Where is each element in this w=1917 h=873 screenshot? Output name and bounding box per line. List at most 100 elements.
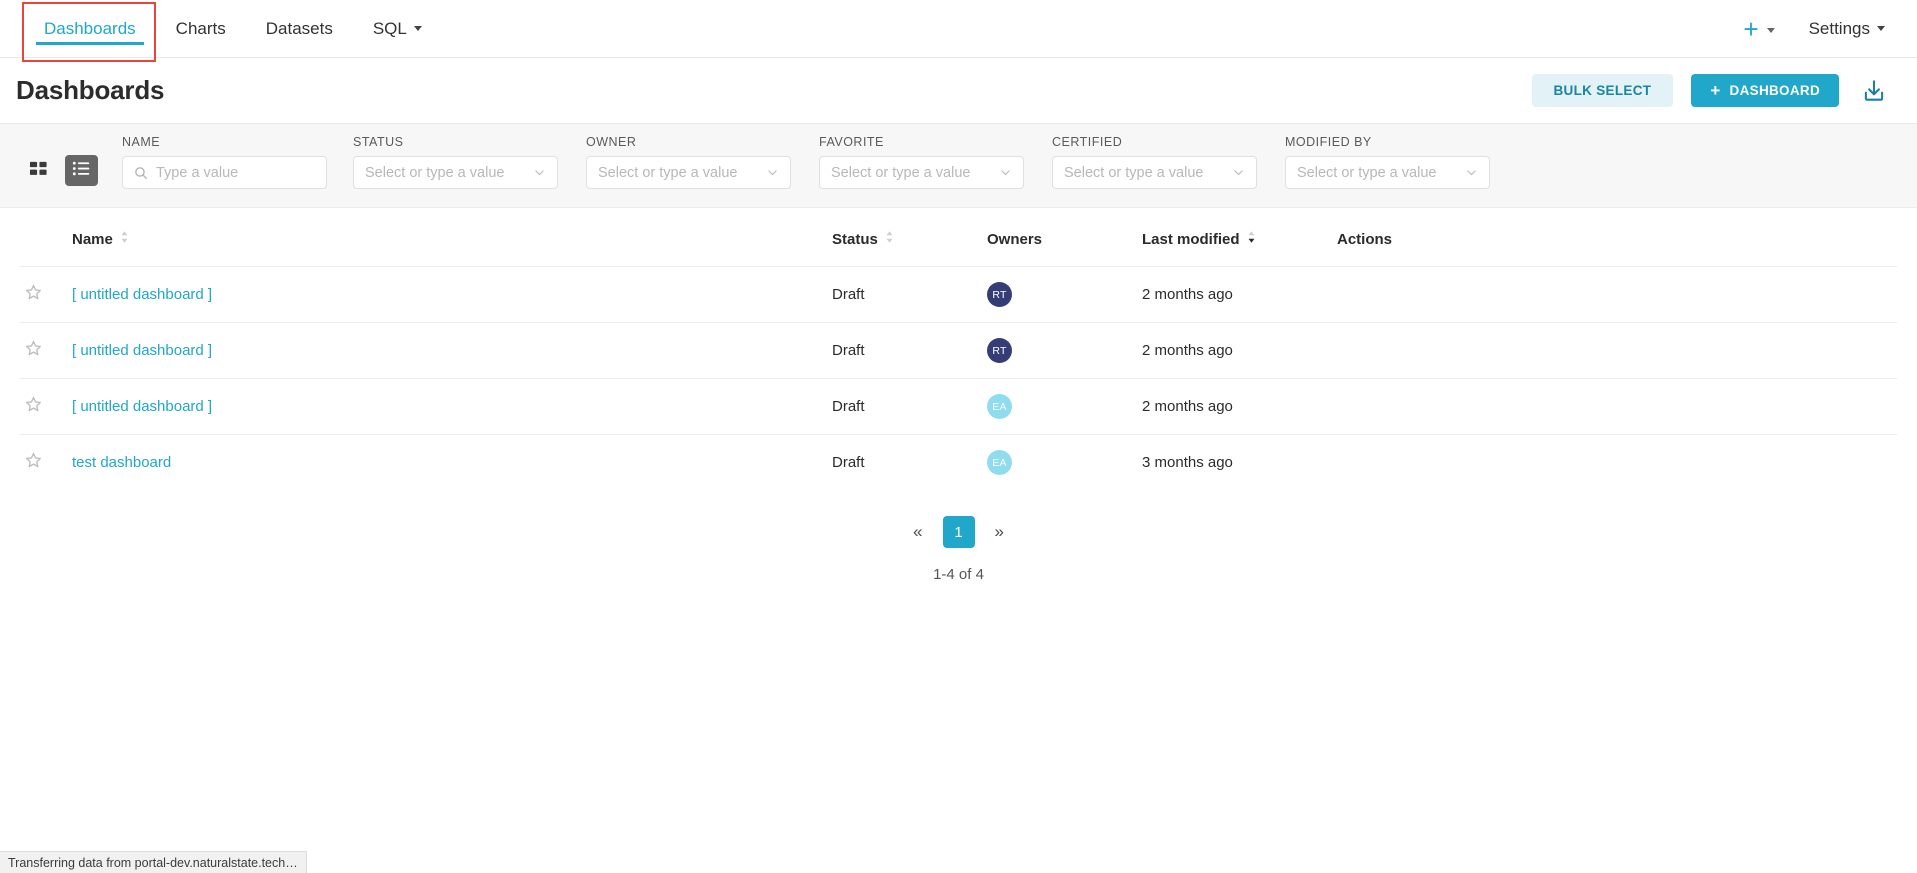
filter-label-owner: OWNER xyxy=(586,135,637,149)
dashboard-name-cell[interactable]: [ untitled dashboard ] xyxy=(72,323,832,379)
table-row[interactable]: [ untitled dashboard ] Draft EA 2 months… xyxy=(20,378,1897,435)
new-dashboard-label: DASHBOARD xyxy=(1729,83,1820,98)
status-select[interactable]: Select or type a value xyxy=(353,156,558,189)
nav-tab-datasets[interactable]: Datasets xyxy=(246,0,353,57)
page-header: Dashboards BULK SELECT + DASHBOARD xyxy=(0,58,1917,124)
card-view-toggle[interactable] xyxy=(22,155,55,186)
plus-icon: + xyxy=(1710,81,1721,100)
settings-menu[interactable]: Settings xyxy=(1787,19,1891,39)
dashboard-name-cell[interactable]: [ untitled dashboard ] xyxy=(72,267,832,323)
star-icon[interactable] xyxy=(24,283,43,302)
column-last-modified[interactable]: Last modified xyxy=(1142,208,1337,267)
dashboard-link[interactable]: [ untitled dashboard ] xyxy=(72,398,212,415)
pagination-area: « 1 » 1-4 of 4 xyxy=(20,490,1897,583)
pagination-page-1[interactable]: 1 xyxy=(942,516,975,548)
settings-label: Settings xyxy=(1808,18,1870,38)
chevron-down-icon xyxy=(766,166,779,179)
column-favorite xyxy=(20,208,72,267)
chevron-down-icon xyxy=(1877,26,1885,31)
bulk-select-button[interactable]: BULK SELECT xyxy=(1531,74,1674,107)
owners-cell: RT xyxy=(987,267,1142,323)
table-body: [ untitled dashboard ] Draft RT 2 months… xyxy=(20,266,1897,491)
dashboard-link[interactable]: test dashboard xyxy=(72,454,171,471)
filter-label-certified: CERTIFIED xyxy=(1052,135,1123,149)
search-icon xyxy=(134,166,148,180)
view-mode-toggles xyxy=(22,155,98,186)
browser-status-bar: Transferring data from portal-dev.natura… xyxy=(0,851,307,873)
modified-by-select[interactable]: Select or type a value xyxy=(1285,156,1490,189)
owners-cell: RT xyxy=(987,323,1142,379)
new-dashboard-button[interactable]: + DASHBOARD xyxy=(1691,74,1839,107)
import-download-icon[interactable] xyxy=(1857,78,1891,104)
dashboards-table: Name Status Owners Last modified Actions… xyxy=(20,208,1897,490)
pagination-next-button[interactable]: » xyxy=(989,518,1010,546)
filter-group-certified: CERTIFIED Select or type a value xyxy=(1052,135,1257,189)
status-cell: Draft xyxy=(832,342,865,359)
favorite-cell[interactable] xyxy=(20,379,72,435)
dashboard-name-cell[interactable]: test dashboard xyxy=(72,435,832,491)
navbar-right-actions: + Settings xyxy=(1731,0,1917,57)
filter-label-name: NAME xyxy=(122,135,161,149)
filter-group-status: STATUS Select or type a value xyxy=(353,135,558,189)
avatar: RT xyxy=(987,338,1012,363)
nav-tab-dashboards-label: Dashboards xyxy=(44,18,136,38)
chevron-down-icon xyxy=(1232,166,1245,179)
filter-label-modified-by: MODIFIED BY xyxy=(1285,135,1372,149)
star-icon[interactable] xyxy=(24,451,43,470)
chevron-down-icon xyxy=(1465,166,1478,179)
last-modified-cell: 2 months ago xyxy=(1142,398,1233,415)
nav-tab-sql[interactable]: SQL xyxy=(353,0,442,57)
favorite-cell[interactable] xyxy=(20,323,72,379)
favorite-cell[interactable] xyxy=(20,267,72,323)
status-cell: Draft xyxy=(832,454,865,471)
filter-bar: NAME Type a value STATUS Select or type … xyxy=(0,124,1917,208)
table-row[interactable]: [ untitled dashboard ] Draft RT 2 months… xyxy=(20,266,1897,323)
column-status[interactable]: Status xyxy=(832,208,987,267)
chevron-down-icon xyxy=(533,166,546,179)
table-header-row: Name Status Owners Last modified Actions xyxy=(20,208,1897,267)
dashboard-name-cell[interactable]: [ untitled dashboard ] xyxy=(72,379,832,435)
table-row[interactable]: test dashboard Draft EA 3 months ago xyxy=(20,434,1897,491)
modified-by-select-placeholder: Select or type a value xyxy=(1297,164,1437,181)
new-item-button[interactable]: + xyxy=(1731,16,1786,42)
owner-select[interactable]: Select or type a value xyxy=(586,156,791,189)
nav-tab-sql-label: SQL xyxy=(372,18,407,38)
last-modified-cell: 2 months ago xyxy=(1142,286,1233,303)
actions-cell xyxy=(1337,435,1897,491)
name-search-input[interactable]: Type a value xyxy=(122,156,327,189)
navbar-tabs: Dashboards Charts Datasets SQL xyxy=(0,0,442,57)
card-view-icon xyxy=(29,159,48,183)
certified-select[interactable]: Select or type a value xyxy=(1052,156,1257,189)
chevron-down-icon xyxy=(1766,27,1775,33)
pagination-prev-button[interactable]: « xyxy=(907,518,928,546)
dashboard-link[interactable]: [ untitled dashboard ] xyxy=(72,286,212,303)
star-icon[interactable] xyxy=(24,339,43,358)
sort-icon xyxy=(120,230,129,248)
status-select-placeholder: Select or type a value xyxy=(365,164,505,181)
dashboards-table-container: Name Status Owners Last modified Actions… xyxy=(0,208,1917,583)
page-title: Dashboards xyxy=(16,75,165,105)
star-icon[interactable] xyxy=(24,395,43,414)
pagination: « 1 » xyxy=(907,516,1010,548)
avatar: EA xyxy=(987,450,1012,475)
filter-group-name: NAME Type a value xyxy=(122,135,327,189)
status-cell: Draft xyxy=(832,286,865,303)
last-modified-cell: 3 months ago xyxy=(1142,454,1233,471)
nav-tab-charts[interactable]: Charts xyxy=(156,0,246,57)
pagination-range-text: 1-4 of 4 xyxy=(933,566,984,583)
column-owners: Owners xyxy=(987,208,1142,267)
dashboard-link[interactable]: [ untitled dashboard ] xyxy=(72,342,212,359)
favorite-cell[interactable] xyxy=(20,435,72,491)
table-row[interactable]: [ untitled dashboard ] Draft RT 2 months… xyxy=(20,322,1897,379)
column-name[interactable]: Name xyxy=(72,208,832,267)
favorite-select-placeholder: Select or type a value xyxy=(831,164,971,181)
column-owners-label: Owners xyxy=(987,230,1043,248)
column-actions-label: Actions xyxy=(1337,230,1393,248)
nav-tab-dashboards[interactable]: Dashboards xyxy=(24,0,156,57)
favorite-select[interactable]: Select or type a value xyxy=(819,156,1024,189)
sort-desc-active-icon xyxy=(1247,230,1256,248)
list-view-toggle[interactable] xyxy=(65,155,98,186)
status-bar-text: Transferring data from portal-dev.natura… xyxy=(8,855,298,870)
table-header: Name Status Owners Last modified Actions xyxy=(20,208,1897,267)
owners-cell: EA xyxy=(987,435,1142,491)
